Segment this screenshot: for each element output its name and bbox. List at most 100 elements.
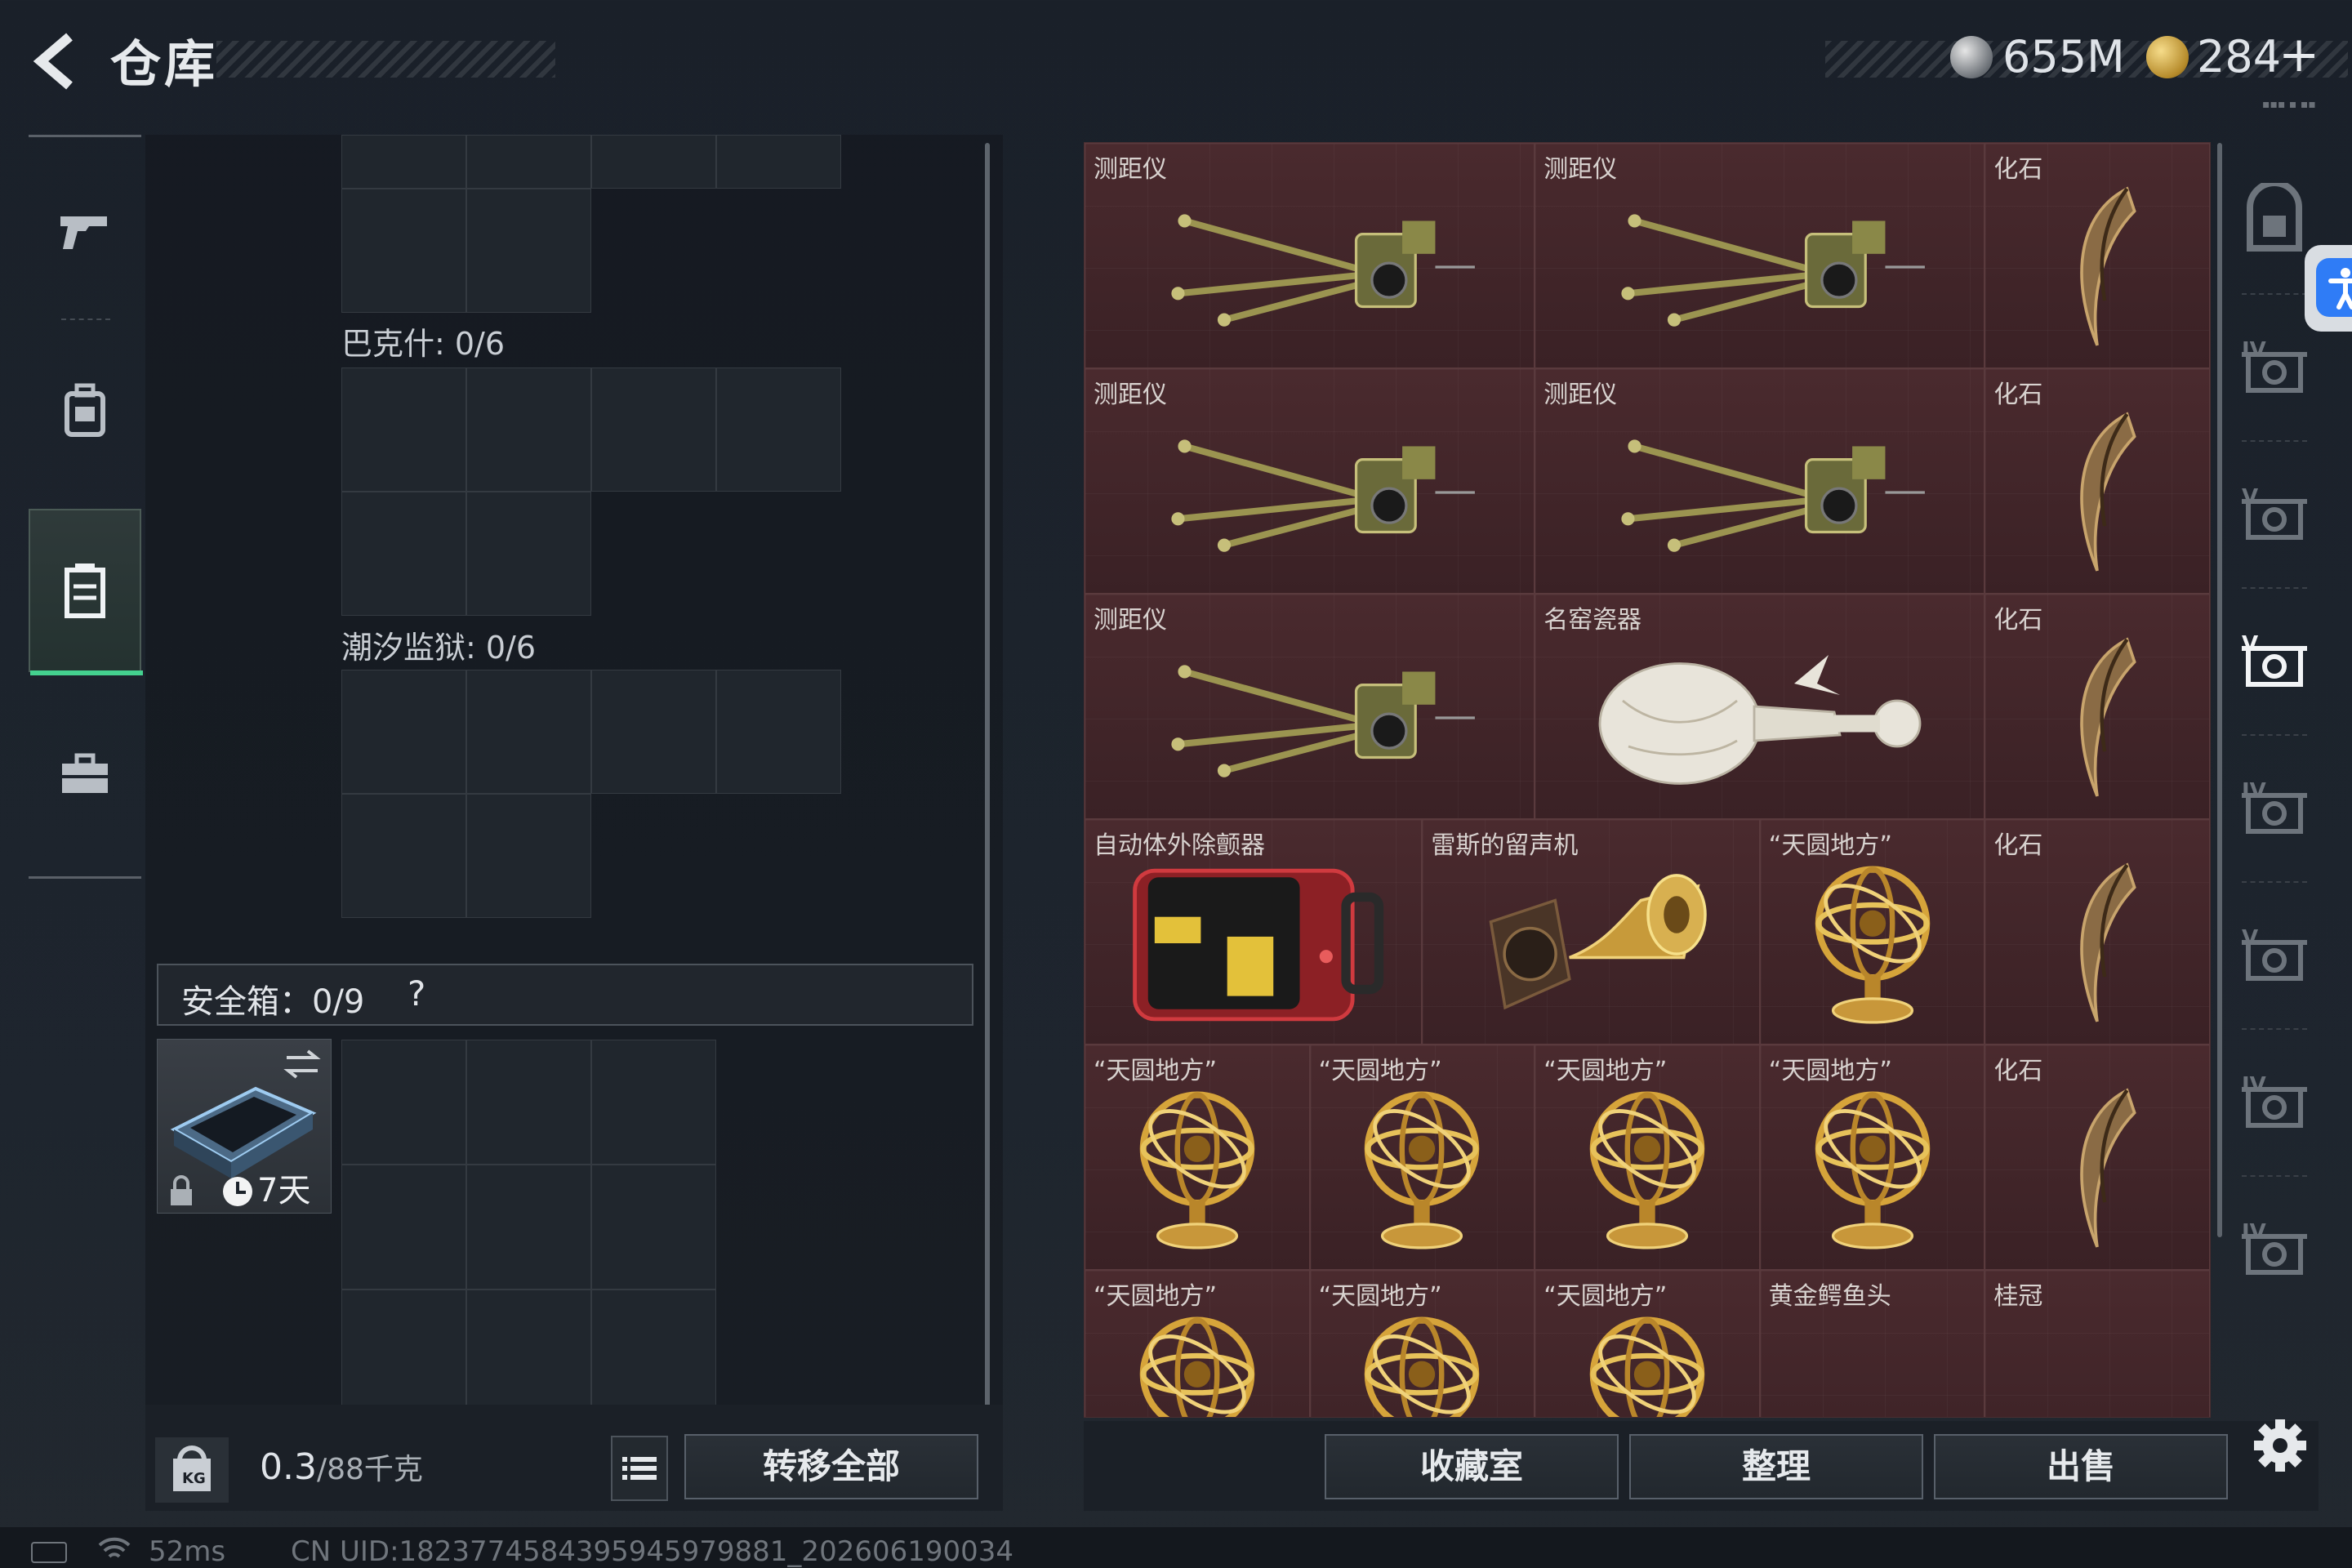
armillary-sphere-icon [1815, 1091, 1930, 1250]
stash-item-fossil-claw[interactable]: 化石 [1984, 1045, 2210, 1270]
stash-item-label: 化石 [1993, 381, 2043, 409]
stash-item-label: 黄金鳄鱼头 [1768, 1282, 1891, 1311]
collection-room-button[interactable]: 收藏室 [1325, 1434, 1619, 1499]
backpack-panel: 巴克什: 0/6 潮汐监狱: 0/6 [145, 135, 1003, 1511]
stash-page-tab-4[interactable]: V [2234, 624, 2315, 697]
stash-item-label: “天圆地方” [1318, 1057, 1442, 1085]
stash-item-fossil-claw[interactable]: 化石 [1984, 368, 2210, 594]
aed-icon [1132, 868, 1383, 1021]
container-grid-top [341, 135, 841, 313]
stash-item-porcelain-vase[interactable]: 名窑瓷器 [1535, 594, 1985, 819]
transfer-all-button[interactable]: 转移全部 [684, 1434, 978, 1499]
stash-item-label: 化石 [1993, 606, 2043, 635]
tier-label: IV [2242, 1073, 2266, 1098]
stash-item-gramophone[interactable]: 雷斯的留声机 [1422, 819, 1760, 1045]
stash-item-label: “天圆地方” [1768, 831, 1892, 860]
stash-item-armillary-sphere[interactable]: “天圆地方” [1535, 1270, 1760, 1417]
title-decoration [216, 41, 555, 78]
stash-item-armillary-sphere[interactable]: “天圆地方” [1759, 1045, 1985, 1270]
nav-containers[interactable] [29, 509, 143, 675]
section-label-bakesh: 巴克什: 0/6 [341, 326, 506, 362]
stash-item-rangefinder[interactable]: 测距仪 [1085, 368, 1535, 594]
header-mini-label: ▪▪▪ ▪ ▪▪ [2262, 98, 2316, 111]
armillary-sphere-icon [1589, 1316, 1705, 1417]
organize-button[interactable]: 整理 [1629, 1434, 1923, 1499]
add-currency-button[interactable]: + [2278, 26, 2319, 83]
accessibility-icon [2328, 268, 2352, 310]
gold-coin-icon [2146, 36, 2189, 78]
backpack-icon [65, 383, 105, 437]
stash-item-label: 化石 [1993, 155, 2043, 184]
tab-separator [2242, 734, 2307, 736]
stash-item-fossil-claw[interactable]: 化石 [1984, 819, 2210, 1045]
tab-separator [2242, 1175, 2307, 1177]
stash-item-armillary-sphere[interactable]: “天圆地方” [1309, 1270, 1535, 1417]
nav-backpack[interactable] [29, 329, 141, 492]
weight-max: /88千克 [316, 1453, 423, 1486]
toolbox-icon [62, 753, 108, 793]
gear-icon[interactable] [2247, 1413, 2313, 1478]
stash-item-rangefinder[interactable]: 测距仪 [1535, 368, 1985, 594]
rangefinder-icon [1170, 665, 1475, 777]
stash-item-armillary-sphere[interactable]: “天圆地方” [1759, 819, 1985, 1045]
swap-icon [283, 1049, 321, 1079]
wifi-icon [98, 1537, 131, 1558]
safe-box-item[interactable]: 7天 [157, 1039, 332, 1214]
stash-item-label: 测距仪 [1094, 606, 1167, 635]
help-button[interactable]: ? [408, 973, 425, 1013]
stash-item-laurel[interactable]: 桂冠 [1984, 1270, 2210, 1417]
container-icon [65, 564, 105, 618]
nav-tools[interactable] [29, 693, 141, 856]
stash-item-label: 化石 [1993, 1057, 2043, 1085]
stash-page-tab-3[interactable]: V [2234, 477, 2315, 550]
stash-page-tab-5[interactable]: IV [2234, 771, 2315, 844]
tab-separator [2242, 1028, 2307, 1030]
stash-page-tab-8[interactable]: IV [2234, 1212, 2315, 1285]
stash-grid: 测距仪 测距仪 化石 测距仪 测距仪 化石 测距仪 名窑瓷器 化石 自动体外除颤… [1084, 142, 2211, 1418]
stash-item-label: 测距仪 [1544, 155, 1618, 184]
back-arrow-icon[interactable] [24, 29, 90, 94]
stash-item-armillary-sphere[interactable]: “天圆地方” [1085, 1270, 1310, 1417]
stash-item-label: 测距仪 [1094, 381, 1167, 409]
stash-item-label: 测距仪 [1544, 381, 1618, 409]
stash-page-tab-7[interactable]: IV [2234, 1065, 2315, 1138]
stash-item-gold-croc-head[interactable]: 黄金鳄鱼头 [1759, 1270, 1985, 1417]
sell-button[interactable]: 出售 [1934, 1434, 2228, 1499]
armillary-sphere-icon [1365, 1316, 1480, 1417]
weight-current: 0.3 [260, 1446, 317, 1488]
stash-page-tabs: IV V V IV V IV IV [2234, 142, 2315, 1367]
stash-page-tab-2[interactable]: IV [2234, 330, 2315, 403]
fossil-claw-icon [2080, 862, 2136, 1022]
armillary-sphere-icon [1139, 1316, 1255, 1417]
stash-item-armillary-sphere[interactable]: “天圆地方” [1085, 1045, 1310, 1270]
accessibility-button[interactable] [2305, 245, 2352, 332]
stash-item-fossil-claw[interactable]: 化石 [1984, 143, 2210, 368]
backpack-scrollbar[interactable] [985, 143, 990, 1417]
gramophone-icon [1489, 873, 1707, 1009]
section-label-tidal-prison: 潮汐监狱: 0/6 [341, 630, 537, 666]
list-view-button[interactable] [611, 1436, 668, 1501]
nav-weapons[interactable] [29, 149, 141, 313]
stash-page-tab-1[interactable] [2234, 180, 2315, 256]
stash-item-fossil-claw[interactable]: 化石 [1984, 594, 2210, 819]
stash-item-label: “天圆地方” [1544, 1057, 1668, 1085]
armillary-sphere-icon [1139, 1091, 1255, 1250]
stash-item-rangefinder[interactable]: 测距仪 [1085, 594, 1535, 819]
fossil-claw-icon [2080, 186, 2136, 346]
ping-readout: 52ms [149, 1535, 226, 1568]
active-indicator [30, 670, 143, 675]
stash-page-tab-6[interactable]: V [2234, 918, 2315, 991]
stash-scrollbar[interactable] [2217, 143, 2222, 1237]
pistol-icon [60, 216, 107, 249]
stash-item-label: “天圆地方” [1094, 1282, 1218, 1311]
tab-separator [2242, 587, 2307, 589]
container-grid-bakesh [341, 368, 841, 621]
stash-item-rangefinder[interactable]: 测距仪 [1535, 143, 1985, 368]
stash-item-rangefinder[interactable]: 测距仪 [1085, 143, 1535, 368]
page-title: 仓库 [110, 34, 219, 94]
weight-icon: KG [155, 1437, 229, 1503]
stash-item-armillary-sphere[interactable]: “天圆地方” [1535, 1045, 1760, 1270]
stash-item-armillary-sphere[interactable]: “天圆地方” [1309, 1045, 1535, 1270]
stash-item-aed[interactable]: 自动体外除颤器 [1085, 819, 1423, 1045]
tab-separator [2242, 293, 2307, 295]
